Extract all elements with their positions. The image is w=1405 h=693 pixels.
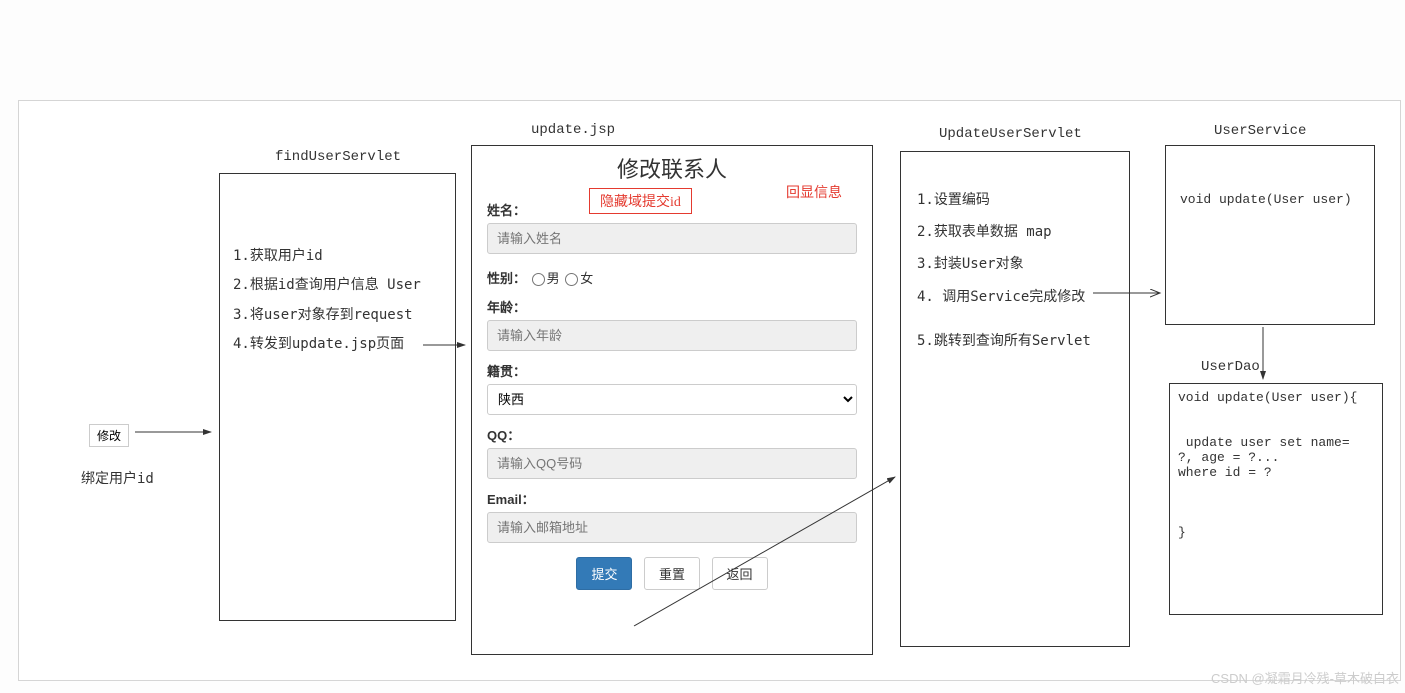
find-user-servlet-box: 1.获取用户id 2.根据id查询用户信息 User 3.将user对象存到re… [219,173,456,621]
list-item: 1.获取用户id [233,242,421,271]
back-button[interactable]: 返回 [712,557,768,590]
user-service-title: UserService [1214,123,1306,139]
bind-user-id-label: 绑定用户id [81,468,154,488]
gender-male-radio[interactable] [532,273,545,286]
user-service-code: void update(User user) [1180,192,1352,207]
email-input[interactable] [487,512,857,543]
find-user-servlet-list: 1.获取用户id 2.根据id查询用户信息 User 3.将user对象存到re… [233,242,421,360]
male-label: 男 [547,271,560,286]
list-item: 3.将user对象存到request [233,301,421,330]
watermark: CSDN @凝霜月冷残-草木破白衣 [1211,668,1399,687]
modify-button[interactable]: 修改 [89,424,129,447]
age-input[interactable] [487,320,857,351]
update-user-servlet-title: UpdateUserServlet [939,126,1082,142]
hometown-label: 籍贯： [487,361,857,380]
female-label: 女 [580,271,593,286]
user-service-box: void update(User user) [1165,145,1375,325]
gender-female-radio[interactable] [565,273,578,286]
qq-label: QQ： [487,425,857,444]
list-item: 2.根据id查询用户信息 User [233,271,421,300]
diagram-canvas: 修改 绑定用户id findUserServlet 1.获取用户id 2.根据i… [18,100,1401,681]
name-input[interactable] [487,223,857,254]
name-label: 姓名： [487,200,526,219]
list-item: 5.跳转到查询所有Servlet [917,325,1091,357]
reset-button[interactable]: 重置 [644,557,700,590]
user-dao-code: void update(User user){ update user set … [1178,390,1357,540]
age-label: 年龄： [487,297,857,316]
update-jsp-form: 修改联系人 回显信息 姓名： 隐藏域提交id 性别： 男 女 年龄： 籍贯： 陕… [471,145,873,655]
list-item: 1.设置编码 [917,184,1091,216]
find-user-servlet-title: findUserServlet [275,149,401,165]
hometown-select[interactable]: 陕西 [487,384,857,415]
list-item: 3.封装User对象 [917,248,1091,280]
email-label: Email： [487,489,857,508]
submit-button[interactable]: 提交 [576,557,632,590]
gender-label: 性别： [487,271,526,286]
update-user-servlet-list: 1.设置编码 2.获取表单数据 map 3.封装User对象 4. 调用Serv… [917,184,1091,357]
form-title: 修改联系人 [472,152,872,184]
user-dao-title: UserDao [1201,359,1260,375]
button-bar: 提交 重置 返回 [472,557,872,590]
update-jsp-title: update.jsp [531,122,615,138]
qq-input[interactable] [487,448,857,479]
list-item: 2.获取表单数据 map [917,216,1091,248]
list-item: 4. 调用Service完成修改 [917,281,1091,313]
hidden-id-note: 隐藏域提交id [589,188,692,214]
list-item: 4.转发到update.jsp页面 [233,330,421,359]
update-user-servlet-box: 1.设置编码 2.获取表单数据 map 3.封装User对象 4. 调用Serv… [900,151,1130,647]
user-dao-box: void update(User user){ update user set … [1169,383,1383,615]
